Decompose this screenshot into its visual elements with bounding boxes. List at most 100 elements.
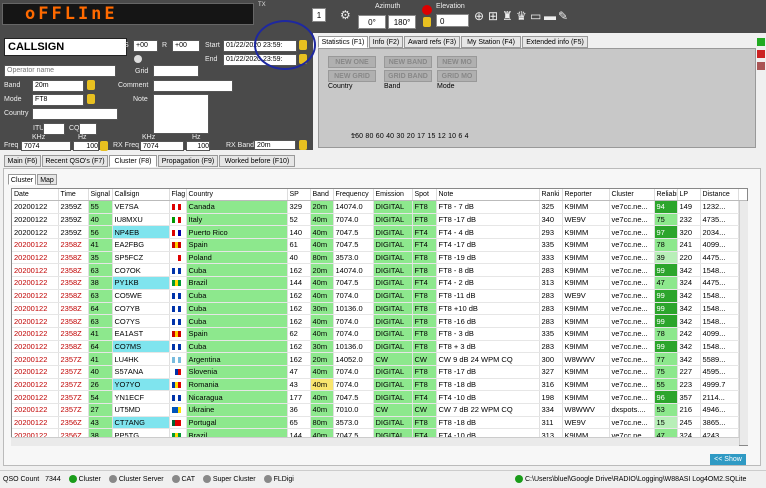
- table-row[interactable]: 20200122 2359Z 55 VE7SA Canada 329 20m 14074.0 D…: [12, 200, 747, 214]
- column-header-note[interactable]: Note: [436, 189, 540, 201]
- column-header-sp[interactable]: SP: [287, 189, 311, 201]
- r-report-select[interactable]: +00: [172, 40, 200, 52]
- table-row[interactable]: 20200122 2357Z 40 S57ANA Slovenia 47 40m 7074.0…: [12, 365, 747, 379]
- column-header-frequency[interactable]: Frequency: [333, 189, 374, 201]
- status-cluster[interactable]: Cluster: [79, 476, 101, 483]
- grid-band-button[interactable]: GRID BAND: [384, 70, 432, 82]
- table-row[interactable]: 20200122 2358Z 63 CO7YS Cuba 162 40m 7074.0 DIGI…: [12, 314, 747, 328]
- tab-cluster[interactable]: Cluster (F8): [109, 155, 157, 167]
- freq-khz-field[interactable]: 7074: [21, 141, 71, 151]
- table-row[interactable]: 20200122 2357Z 54 YN1ECF Nicaragua 177 40m 7047…: [12, 390, 747, 404]
- table-row[interactable]: 20200122 2357Z 26 YO7YO Romania 43 40m 7074.0 DI…: [12, 378, 747, 392]
- column-header-distance[interactable]: Distance: [700, 189, 739, 201]
- elevation-field[interactable]: 0: [436, 14, 469, 27]
- pen-icon[interactable]: ✎: [558, 9, 568, 23]
- globe-icon[interactable]: ⊕: [474, 9, 484, 23]
- s-report-select[interactable]: +00: [133, 40, 158, 52]
- horizontal-scrollbar[interactable]: [11, 437, 739, 446]
- table-row[interactable]: 20200122 2358Z 38 PY1KB Brazil 144 40m 7047.5 DI…: [12, 276, 747, 290]
- table-row[interactable]: 20200122 2359Z 40 IU8MXU Italy 52 40m 7074.0 DIG…: [12, 213, 747, 227]
- table-row[interactable]: 20200122 2356Z 43 CT7ANG Portugal 65 80m 3573.0…: [12, 416, 747, 430]
- vertical-scrollbar[interactable]: [739, 201, 748, 445]
- tool-icon[interactable]: [757, 62, 765, 70]
- column-header-band[interactable]: Band: [310, 189, 334, 201]
- column-header-country[interactable]: Country: [186, 189, 288, 201]
- band-lock-icon[interactable]: [87, 80, 95, 90]
- tab-extended-info[interactable]: Extended info (F5): [522, 36, 588, 48]
- status-cluster-server[interactable]: Cluster Server: [119, 476, 164, 483]
- mode-lock-icon[interactable]: [87, 94, 95, 104]
- new-grid-button[interactable]: NEW GRID: [328, 70, 376, 82]
- delete-icon[interactable]: [757, 50, 765, 58]
- grid-field[interactable]: [153, 65, 199, 77]
- column-header-callsign[interactable]: Callsign: [112, 189, 170, 201]
- rx-band-lock-icon[interactable]: [299, 140, 307, 150]
- column-header-reporter[interactable]: Reporter: [562, 189, 610, 201]
- table-row[interactable]: 20200122 2359Z 56 NP4EB Puerto Rico 140 40m 704…: [12, 225, 747, 240]
- column-header-emission[interactable]: Emission: [373, 189, 413, 201]
- azimuth-right-field[interactable]: 180°: [388, 15, 416, 29]
- column-header-lp[interactable]: LP: [677, 189, 701, 201]
- status-cat[interactable]: CAT: [182, 476, 195, 483]
- column-header-cluster[interactable]: Cluster: [609, 189, 655, 201]
- column-header-date[interactable]: Date: [12, 189, 59, 201]
- callsign-field[interactable]: CALLSIGN: [4, 38, 127, 56]
- freq-hz-field[interactable]: 100: [73, 141, 99, 151]
- azimuth-left-field[interactable]: 0°: [358, 15, 386, 29]
- itu-select[interactable]: [43, 123, 65, 135]
- column-header-signal[interactable]: Signal: [88, 189, 113, 201]
- qso-number-field[interactable]: 1: [312, 8, 326, 22]
- folder-icon[interactable]: ▬: [544, 9, 556, 23]
- table-row[interactable]: 20200122 2358Z 35 SP5FCZ Poland 40 80m 3573.0 DI…: [12, 251, 747, 265]
- freq-lock-icon[interactable]: [100, 141, 108, 151]
- column-header-flag[interactable]: Flag: [169, 189, 187, 201]
- tab-worked-before[interactable]: Worked before (F10): [219, 155, 295, 167]
- tab-statistics[interactable]: Statistics (F1): [318, 36, 368, 48]
- table-row[interactable]: 20200122 2358Z 41 EA2FBG Spain 61 40m 7047.5 DIG…: [12, 238, 747, 252]
- bell-icon[interactable]: ♜: [502, 9, 513, 23]
- network-icon[interactable]: ⊞: [488, 9, 498, 23]
- column-header-time[interactable]: Time: [58, 189, 89, 201]
- column-header-reliabi[interactable]: Reliabi: [654, 189, 678, 201]
- tab-propagation[interactable]: Propagation (F9): [158, 155, 218, 167]
- table-row[interactable]: 20200122 2357Z 41 LU4HK Argentina 162 20m 14052…: [12, 352, 747, 366]
- tab-recent-qsos[interactable]: Recent QSO's (F7): [42, 155, 108, 167]
- band-select[interactable]: 20m: [32, 80, 84, 92]
- column-header-ranki[interactable]: Ranki: [539, 189, 563, 201]
- new-one-button[interactable]: NEW ONE: [328, 56, 376, 68]
- table-row[interactable]: 20200122 2358Z 63 CO7OK Cuba 162 20m 14074.0 DIG…: [12, 263, 747, 278]
- rx-band-select[interactable]: 20m: [254, 140, 296, 150]
- note-field[interactable]: [153, 94, 209, 134]
- tab-main[interactable]: Main (F6): [4, 155, 41, 167]
- add-icon[interactable]: [757, 38, 765, 46]
- crown-icon[interactable]: ♛: [516, 9, 527, 23]
- comment-select[interactable]: [153, 80, 233, 92]
- subtab-map[interactable]: Map: [37, 174, 57, 185]
- radio-button[interactable]: [134, 55, 142, 63]
- status-super-cluster[interactable]: Super Cluster: [213, 476, 256, 483]
- new-band-button[interactable]: NEW BAND: [384, 56, 432, 68]
- table-row[interactable]: 20200122 2358Z 63 CO5WE Cuba 162 40m 7074.0 DIGI…: [12, 289, 747, 303]
- grid-mode-button[interactable]: GRID MO: [437, 70, 477, 82]
- table-row[interactable]: 20200122 2358Z 64 CO7YB Cuba 162 30m 10136.0 DIG…: [12, 302, 747, 316]
- show-button[interactable]: << Show: [710, 454, 746, 465]
- table-row[interactable]: 20200122 2358Z 64 CO7MS Cuba 162 30m 10136.0 DIG…: [12, 340, 747, 354]
- lock-icon[interactable]: [423, 17, 431, 27]
- radio-icon[interactable]: ▭: [530, 9, 541, 23]
- column-header-spot[interactable]: Spot: [412, 189, 437, 201]
- status-fldigi[interactable]: FLDigi: [274, 476, 294, 483]
- tab-my-station[interactable]: My Station (F4): [461, 36, 521, 48]
- table-row[interactable]: 20200122 2358Z 41 EA1AST Spain 62 40m 7074.0 DIG…: [12, 327, 747, 341]
- rx-freq-khz-field[interactable]: 7074: [140, 141, 184, 151]
- tab-award-refs[interactable]: Award refs (F3): [404, 36, 460, 48]
- new-mode-button[interactable]: NEW MO: [437, 56, 477, 68]
- stop-icon[interactable]: [422, 5, 432, 15]
- table-row[interactable]: 20200122 2357Z 27 UT5MD Ukraine 36 40m 7010.0 CW…: [12, 403, 747, 417]
- gear-icon[interactable]: ⚙: [340, 8, 351, 22]
- subtab-cluster[interactable]: Cluster: [8, 174, 36, 185]
- country-select[interactable]: [32, 108, 118, 120]
- operator-name-field[interactable]: Operator name: [4, 65, 116, 77]
- rx-freq-hz-field[interactable]: 100: [186, 141, 210, 151]
- mode-select[interactable]: FT8: [32, 94, 84, 106]
- tab-info[interactable]: Info (F2): [369, 36, 403, 48]
